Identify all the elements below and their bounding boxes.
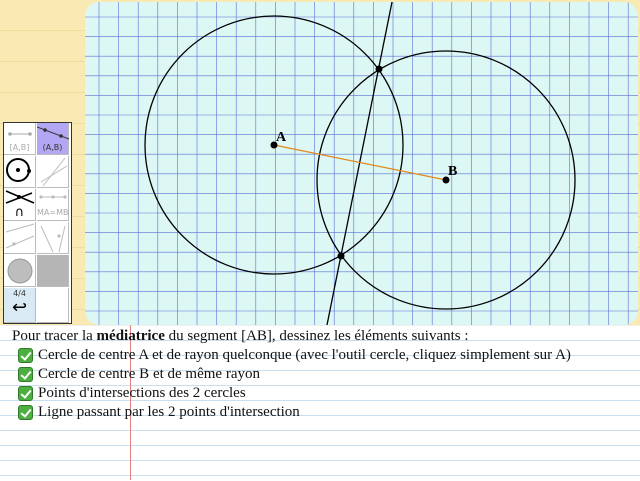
- keyword-mediatrice: médiatrice: [96, 328, 165, 344]
- ray-tool[interactable]: [37, 156, 69, 188]
- compass-icon: [40, 225, 66, 253]
- step-circle-a: Cercle de centre A et de rayon quelconqu…: [18, 346, 571, 365]
- empty-slot: [37, 288, 69, 323]
- perpendicular-icon: [5, 223, 35, 249]
- equal-distance-label: MA=MB: [37, 208, 69, 217]
- step-text: Points d'intersections des 2 cercles: [38, 385, 246, 401]
- point-a-label: A: [276, 130, 287, 145]
- perpendicular-tool[interactable]: [4, 222, 36, 254]
- step-intersections: Points d'intersections des 2 cercles: [18, 384, 571, 403]
- checkmark-icon: [18, 405, 33, 420]
- instructions-intro: Pour tracer la médiatrice du segment [AB…: [12, 328, 469, 344]
- intersection-tool-label: ∩: [14, 205, 25, 220]
- point-b-label: B: [448, 164, 457, 179]
- segment-ab[interactable]: [273, 144, 447, 181]
- undo-tool[interactable]: 4/4 ↩: [4, 288, 36, 323]
- filled-circle-icon: [7, 258, 33, 284]
- fill-color-tool[interactable]: [4, 255, 36, 287]
- step-text: Ligne passant par les 2 points d'interse…: [38, 404, 300, 420]
- grey-square-icon: [37, 255, 69, 287]
- checkmark-icon: [18, 348, 33, 363]
- ray-icon: [40, 157, 68, 187]
- equal-distance-tool[interactable]: MA=MB: [37, 189, 69, 221]
- geometry-canvas[interactable]: A B: [85, 2, 638, 325]
- step-circle-b: Cercle de centre B et de même rayon: [18, 365, 571, 384]
- step-text: Cercle de centre B et de même rayon: [38, 366, 260, 382]
- intersection-point-top[interactable]: [375, 65, 383, 73]
- instructions: Pour tracer la médiatrice du segment [AB…: [12, 327, 571, 422]
- circle-icon: [6, 158, 31, 182]
- construction-drawing[interactable]: A B: [85, 2, 638, 325]
- line-tool-label: (A,B): [42, 143, 63, 152]
- checkmark-icon: [18, 386, 33, 401]
- intersection-point-bottom[interactable]: [337, 252, 345, 260]
- step-line: Ligne passant par les 2 points d'interse…: [18, 403, 571, 422]
- compass-tool[interactable]: [37, 222, 69, 254]
- step-text: Cercle de centre A et de rayon quelconqu…: [38, 347, 571, 363]
- checkmark-icon: [18, 367, 33, 382]
- tool-palette: [A,B] (A,B) ∩ MA=MB 4/4 ↩: [3, 122, 72, 324]
- undo-icon: ↩: [11, 297, 28, 318]
- line-tool[interactable]: (A,B): [37, 123, 69, 155]
- circle-tool[interactable]: [4, 156, 36, 188]
- fill-tool[interactable]: [37, 255, 69, 287]
- intersection-tool[interactable]: ∩: [4, 189, 36, 221]
- segment-tool[interactable]: [A,B]: [4, 123, 36, 155]
- segment-tool-label: [A,B]: [9, 143, 30, 152]
